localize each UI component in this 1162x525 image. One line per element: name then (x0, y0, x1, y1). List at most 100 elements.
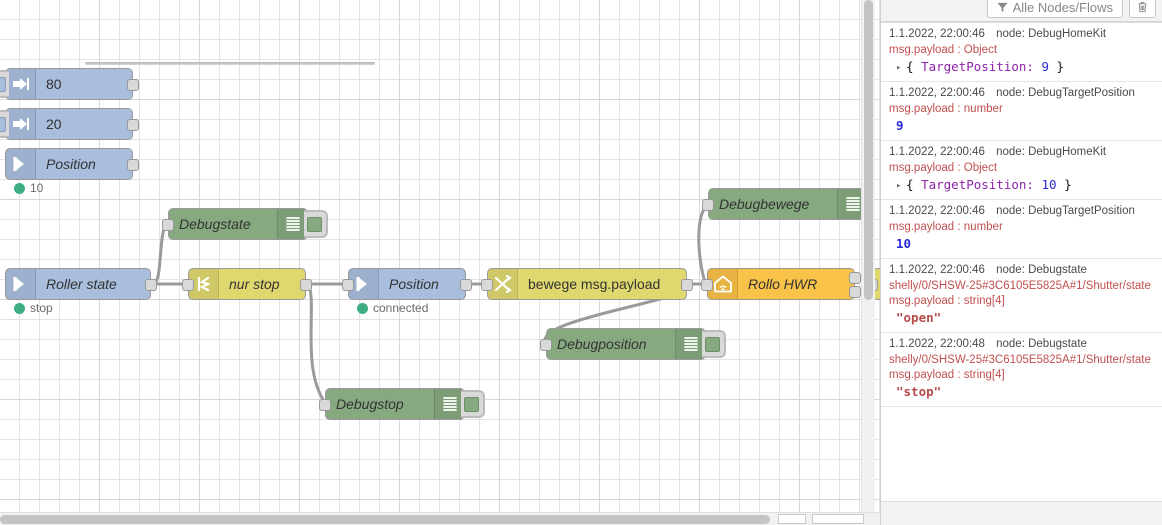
debug-sidebar: Alle Nodes/Flows 1.1.2022, 22:00:46 node… (880, 0, 1162, 525)
node-label: Rollo HWR (748, 276, 818, 292)
debug-lines-icon (277, 209, 307, 239)
expand-arrow-icon[interactable]: ▸ (896, 63, 906, 73)
node-red-editor: 80 20 Position 10 Roller state stop nur … (0, 0, 1162, 525)
node-inject-20[interactable]: 20 (0, 108, 139, 140)
debug-value[interactable]: "open" (889, 310, 1154, 325)
debug-source-node: node: DebugHomeKit (996, 146, 1107, 158)
inject-arrow-icon (6, 69, 36, 99)
debug-message[interactable]: 1.1.2022, 22:00:48 node: Debugstate shel… (881, 333, 1162, 407)
debug-message-header: 1.1.2022, 22:00:46 node: DebugTargetPosi… (889, 87, 1154, 99)
canvas-top-divider (85, 62, 375, 65)
inject-button-80[interactable] (0, 70, 9, 98)
inject-button-20[interactable] (0, 110, 9, 138)
node-mqtt-position-top[interactable]: Position (5, 148, 139, 180)
output-port-0[interactable] (849, 272, 861, 284)
debug-value[interactable]: 9 (889, 118, 1154, 133)
debug-value[interactable]: ▸{ TargetPosition: 10 } (889, 177, 1154, 192)
output-port[interactable] (145, 279, 157, 291)
node-switch-nur-stop[interactable]: nur stop (182, 268, 312, 300)
node-debug-debugstop[interactable]: Debugstop (319, 388, 485, 420)
debug-message[interactable]: 1.1.2022, 22:00:46 node: Debugstate shel… (881, 259, 1162, 333)
node-debug-debugbewege[interactable]: Debugbewege (702, 188, 868, 220)
clear-log-button[interactable] (1129, 0, 1156, 18)
node-status-roller-state: stop (14, 301, 53, 315)
debug-toggle-button[interactable] (702, 330, 726, 358)
debug-timestamp: 1.1.2022, 22:00:46 (889, 146, 985, 158)
output-port[interactable] (681, 279, 693, 291)
output-port[interactable] (127, 159, 139, 171)
node-homekit-rollo-hwr[interactable]: Rollo HWR (701, 268, 861, 300)
debug-value[interactable]: ▸{ TargetPosition: 9 } (889, 59, 1154, 74)
node-label: Debugposition (557, 336, 647, 352)
node-debug-debugposition[interactable]: Debugposition (540, 328, 726, 360)
canvas-horizontal-scrollbar-thumb[interactable] (0, 515, 770, 524)
debug-value[interactable]: "stop" (889, 384, 1154, 399)
mqtt-in-icon (6, 149, 36, 179)
inject-arrow-icon (6, 109, 36, 139)
debug-sidebar-toolbar: Alle Nodes/Flows (881, 0, 1162, 21)
debug-timestamp: 1.1.2022, 22:00:46 (889, 264, 985, 276)
input-port[interactable] (701, 279, 713, 291)
node-change-bewege[interactable]: bewege msg.payload (481, 268, 693, 300)
debug-value[interactable]: 10 (889, 236, 1154, 251)
expand-arrow-icon[interactable]: ▸ (896, 181, 906, 191)
debug-timestamp: 1.1.2022, 22:00:48 (889, 338, 985, 350)
canvas-vertical-scrollbar-thumb[interactable] (864, 0, 873, 300)
debug-message[interactable]: 1.1.2022, 22:00:46 node: DebugHomeKit ms… (881, 141, 1162, 200)
input-port[interactable] (162, 219, 174, 231)
output-port-1[interactable] (849, 286, 861, 298)
debug-message-list[interactable]: 1.1.2022, 22:00:46 node: DebugHomeKit ms… (881, 22, 1162, 501)
status-dot-icon (14, 182, 25, 194)
debug-toggle-button[interactable] (304, 210, 328, 238)
node-status-position-mid: connected (357, 301, 428, 315)
node-status-position-top: 10 (14, 181, 43, 195)
object-key: TargetPosition: (921, 177, 1034, 192)
debug-toggle-button[interactable] (461, 390, 485, 418)
flow-canvas[interactable]: 80 20 Position 10 Roller state stop nur … (0, 0, 880, 525)
input-port[interactable] (342, 279, 354, 291)
debug-message-header: 1.1.2022, 22:00:46 node: Debugstate (889, 264, 1154, 276)
debug-message[interactable]: 1.1.2022, 22:00:46 node: DebugTargetPosi… (881, 82, 1162, 141)
debug-source-node: node: Debugstate (996, 338, 1087, 350)
debug-lines-icon (675, 329, 705, 359)
debug-message[interactable]: 1.1.2022, 22:00:46 node: DebugHomeKit ms… (881, 23, 1162, 82)
debug-timestamp: 1.1.2022, 22:00:46 (889, 205, 985, 217)
node-mqtt-position-mid[interactable]: Position (342, 268, 472, 300)
node-label: Position (389, 276, 439, 292)
output-port[interactable] (460, 279, 472, 291)
debug-message-header: 1.1.2022, 22:00:46 node: DebugHomeKit (889, 28, 1154, 40)
canvas-vertical-scrollbar[interactable] (861, 0, 875, 525)
node-inject-80[interactable]: 80 (0, 68, 139, 100)
debug-topic: shelly/0/SHSW-25#3C6105E5825A#1/Shutter/… (889, 280, 1154, 292)
status-text: stop (30, 301, 53, 315)
filter-label: Alle Nodes/Flows (1012, 0, 1113, 15)
object-value: 10 (1041, 177, 1057, 192)
canvas-hscroll-marker-a (778, 514, 806, 524)
status-text: connected (373, 301, 429, 315)
node-debug-debugstate[interactable]: Debugstate (162, 208, 328, 240)
input-port[interactable] (540, 339, 552, 351)
output-port[interactable] (127, 119, 139, 131)
debug-property: msg.payload : Object (889, 44, 998, 56)
debug-lines-icon (434, 389, 464, 419)
debug-property: msg.payload : string[4] (889, 369, 1005, 381)
input-port[interactable] (702, 199, 714, 211)
input-port[interactable] (481, 279, 493, 291)
output-port[interactable] (127, 79, 139, 91)
canvas-horizontal-scrollbar[interactable] (0, 512, 880, 525)
object-key: TargetPosition: (921, 59, 1034, 74)
debug-source-node: node: Debugstate (996, 264, 1087, 276)
node-label: Debugstop (336, 396, 404, 412)
node-mqtt-roller-state[interactable]: Roller state (5, 268, 157, 300)
node-label: nur stop (229, 276, 280, 292)
node-label: Position (46, 156, 96, 172)
debug-property: msg.payload : Object (889, 162, 998, 174)
status-dot-icon (357, 302, 368, 314)
input-port[interactable] (319, 399, 331, 411)
input-port[interactable] (182, 279, 194, 291)
output-port[interactable] (300, 279, 312, 291)
status-text: 10 (30, 181, 44, 195)
node-label: Debugbewege (719, 196, 810, 212)
debug-message[interactable]: 1.1.2022, 22:00:46 node: DebugTargetPosi… (881, 200, 1162, 259)
filter-nodes-flows-button[interactable]: Alle Nodes/Flows (986, 0, 1123, 18)
